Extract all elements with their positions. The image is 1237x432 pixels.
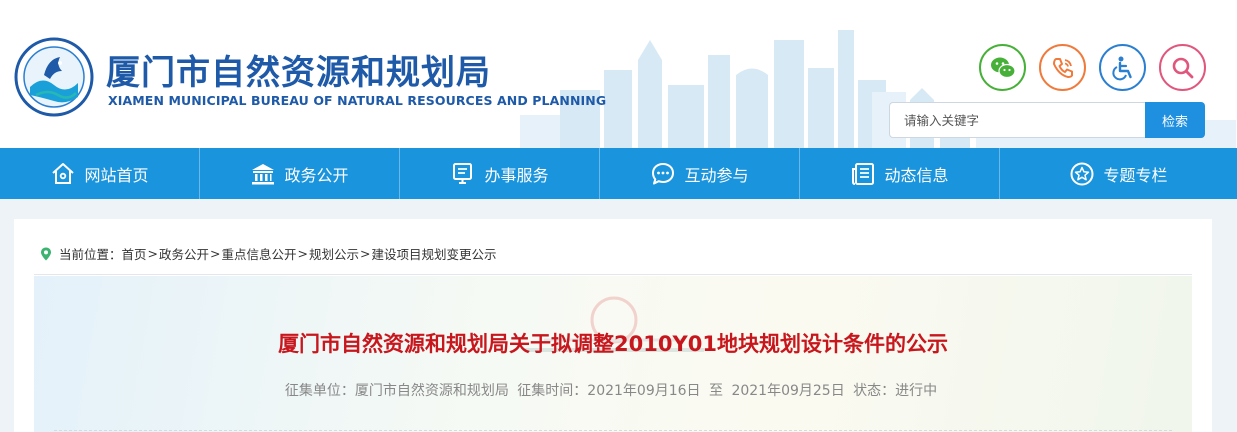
nav-item-services[interactable]: 办事服务 xyxy=(400,148,600,199)
breadcrumb-link-planning-notice[interactable]: 规划公示 xyxy=(309,244,359,263)
main-nav: 网站首页 政务公开 办事服务 互动参与 动态信息 专题专栏 xyxy=(0,148,1237,199)
article-header: 厦门市自然资源和规划局关于拟调整2010Y01地块规划设计条件的公示 征集单位：… xyxy=(34,276,1192,432)
nav-item-government-affairs[interactable]: 政务公开 xyxy=(200,148,400,199)
newspaper-icon xyxy=(852,162,875,185)
site-title: 厦门市自然资源和规划局 xyxy=(106,53,491,93)
phone-icon xyxy=(1052,57,1073,78)
nav-item-news[interactable]: 动态信息 xyxy=(800,148,1000,199)
breadcrumb-link-project-change-notice[interactable]: 建设项目规划变更公示 xyxy=(372,244,497,263)
breadcrumb-separator: > xyxy=(297,246,309,261)
search-icon xyxy=(1172,57,1193,78)
status-label: 状态： xyxy=(853,383,896,399)
wheelchair-icon xyxy=(1111,56,1132,80)
nav-item-home[interactable]: 网站首页 xyxy=(0,148,200,199)
accessibility-button[interactable] xyxy=(1099,44,1146,91)
start-date: 2021年09月16日 xyxy=(587,383,701,399)
nav-item-label: 政务公开 xyxy=(284,165,349,185)
nav-item-interaction[interactable]: 互动参与 xyxy=(600,148,800,199)
breadcrumb-separator: > xyxy=(147,246,159,261)
article-title: 厦门市自然资源和规划局关于拟调整2010Y01地块规划设计条件的公示 xyxy=(278,332,948,356)
collector-label: 征集单位： xyxy=(284,383,355,399)
site-header: 厦门市自然资源和规划局 XIAMEN MUNICIPAL BUREAU OF N… xyxy=(0,0,1237,148)
meta-divider xyxy=(54,430,1172,431)
nav-item-label: 办事服务 xyxy=(484,165,549,185)
breadcrumb-divider xyxy=(34,274,1192,275)
breadcrumb: 当前位置： 首页 > 政务公开 > 重点信息公开 > 规划公示 > 建设项目规划… xyxy=(40,244,497,263)
nav-item-label: 专题专栏 xyxy=(1103,165,1168,185)
collector-value: 厦门市自然资源和规划局 xyxy=(354,383,509,399)
breadcrumb-separator: > xyxy=(210,246,221,261)
phone-button[interactable] xyxy=(1039,44,1086,91)
breadcrumb-prefix: 当前位置： xyxy=(59,247,122,262)
nav-item-label: 网站首页 xyxy=(84,165,149,185)
nav-item-special-topics[interactable]: 专题专栏 xyxy=(1000,148,1237,199)
chat-bubble-icon xyxy=(652,162,675,184)
wechat-icon xyxy=(990,57,1016,78)
nav-item-label: 互动参与 xyxy=(684,165,749,185)
breadcrumb-separator: > xyxy=(360,246,371,261)
monitor-icon xyxy=(453,162,473,184)
location-pin-icon xyxy=(41,247,51,260)
nav-item-label: 动态信息 xyxy=(884,165,949,185)
period-separator: 至 xyxy=(709,383,723,399)
end-date: 2021年09月25日 xyxy=(731,383,845,399)
status-value: 进行中 xyxy=(895,383,938,399)
breadcrumb-link-key-info[interactable]: 重点信息公开 xyxy=(222,244,297,263)
search-submit-button[interactable]: 检索 xyxy=(1145,102,1205,138)
site-title-english: XIAMEN MUNICIPAL BUREAU OF NATURAL RESOU… xyxy=(108,93,607,108)
government-building-icon xyxy=(252,163,275,184)
period-label: 征集时间： xyxy=(517,383,588,399)
star-icon xyxy=(1070,162,1094,185)
content-panel: 当前位置： 首页 > 政务公开 > 重点信息公开 > 规划公示 > 建设项目规划… xyxy=(14,219,1212,432)
search-bar: 检索 xyxy=(889,102,1205,138)
home-icon xyxy=(52,162,75,184)
wechat-button[interactable] xyxy=(979,44,1026,91)
breadcrumb-link-government-affairs[interactable]: 政务公开 xyxy=(159,244,209,263)
article-meta: 征集单位：厦门市自然资源和规划局 征集时间：2021年09月16日 至 2021… xyxy=(34,380,1192,400)
search-input[interactable] xyxy=(889,102,1145,138)
bureau-logo-icon xyxy=(14,37,94,117)
breadcrumb-link-home[interactable]: 首页 xyxy=(122,244,147,263)
search-button-round[interactable] xyxy=(1159,44,1206,91)
